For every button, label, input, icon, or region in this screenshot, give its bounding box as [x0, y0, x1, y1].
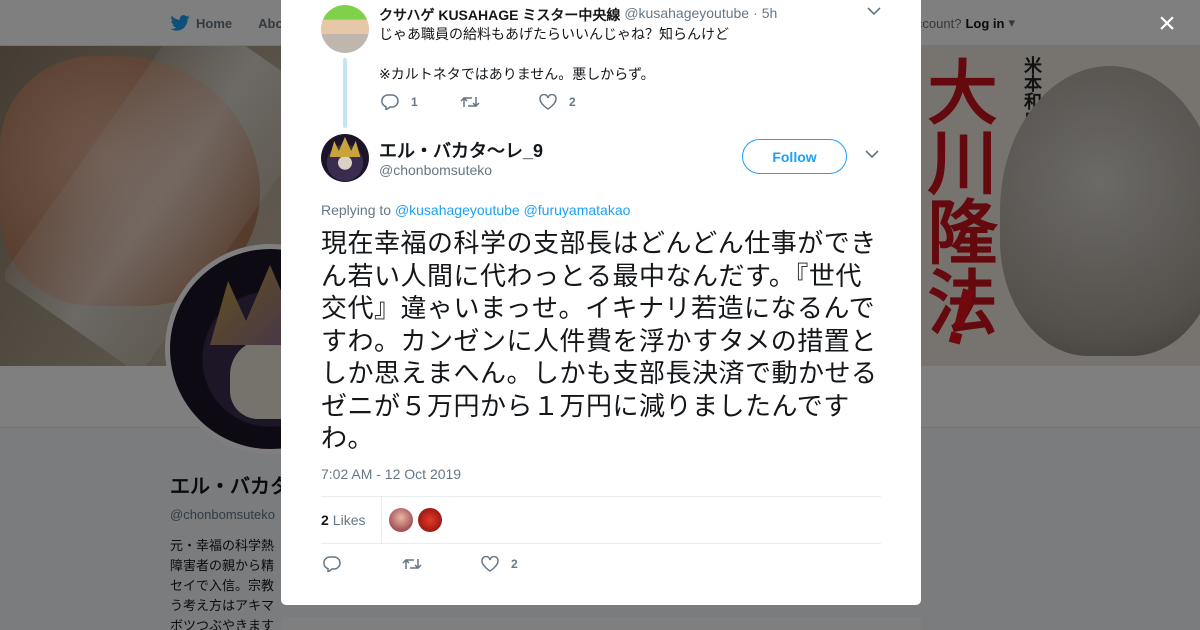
thread-connector-line [343, 58, 347, 128]
reply-button[interactable]: 1 [381, 94, 460, 110]
like-button[interactable]: 2 [539, 94, 618, 110]
main-tweet-author-name[interactable]: エル・バカタ～レ_9 [379, 137, 543, 163]
tweet-stats-bar: 2 Likes [321, 496, 881, 544]
reply-icon [381, 94, 399, 110]
reply-icon [323, 556, 341, 572]
close-icon[interactable]: × [1155, 9, 1179, 39]
reply-button[interactable] [323, 556, 402, 572]
replying-to-user-link[interactable]: @furuyamatakao [524, 202, 631, 218]
like-button[interactable]: 2 [481, 556, 560, 572]
chevron-down-icon[interactable] [865, 149, 879, 159]
likes-stat[interactable]: 2 Likes [321, 497, 383, 543]
tweet-timestamp[interactable]: 7:02 AM - 12 Oct 2019 [321, 466, 461, 482]
parent-tweet-author-name[interactable]: クサハゲ KUSAHAGE ミスター中央線 [379, 5, 620, 25]
chevron-down-icon[interactable] [867, 6, 881, 16]
parent-tweet-author-handle[interactable]: @kusahageyoutube [624, 5, 749, 25]
likes-label: Likes [332, 512, 366, 528]
replying-to-prefix: Replying to [321, 202, 392, 218]
like-count: 2 [511, 557, 518, 571]
parent-tweet-header: クサハゲ KUSAHAGE ミスター中央線 @kusahageyoutube ·… [379, 5, 777, 25]
main-tweet-avatar[interactable] [321, 134, 369, 182]
parent-tweet-avatar[interactable] [321, 5, 369, 53]
liker-avatar[interactable] [389, 508, 413, 532]
like-count: 2 [569, 95, 576, 109]
likes-count: 2 [321, 512, 329, 528]
liker-avatar[interactable] [418, 508, 442, 532]
heart-icon [481, 556, 499, 572]
main-tweet-text: 現在幸福の科学の支部長はどんどん仕事ができん若い人間に代わっとる最中なんだす。『… [321, 228, 878, 453]
reply-count: 1 [411, 95, 418, 109]
tweet-permalink-modal: クサハゲ KUSAHAGE ミスター中央線 @kusahageyoutube ·… [281, 0, 921, 605]
retweet-icon [460, 96, 480, 108]
retweet-button[interactable] [402, 556, 481, 572]
heart-icon [539, 94, 557, 110]
main-tweet-header: エル・バカタ～レ_9 @chonbomsuteko Follow [321, 134, 881, 186]
parent-tweet-time[interactable]: 5h [762, 5, 778, 25]
replying-to-user-link[interactable]: @kusahageyoutube [395, 202, 520, 218]
parent-tweet-text: じゃあ職員の給料もあげたらいいんじゃね？知らんけど ※カルトネタではありません。… [379, 26, 729, 82]
main-tweet-actions: 2 [323, 556, 560, 572]
main-tweet-author-handle[interactable]: @chonbomsuteko [379, 162, 492, 178]
retweet-button[interactable] [460, 94, 539, 110]
parent-tweet-actions: 1 2 [381, 94, 618, 110]
retweet-icon [402, 558, 422, 570]
parent-tweet-separator: · [753, 5, 758, 21]
replying-to-line: Replying to @kusahageyoutube @furuyamata… [321, 202, 630, 218]
parent-tweet[interactable]: クサハゲ KUSAHAGE ミスター中央線 @kusahageyoutube ·… [321, 0, 881, 128]
follow-button[interactable]: Follow [742, 139, 847, 174]
